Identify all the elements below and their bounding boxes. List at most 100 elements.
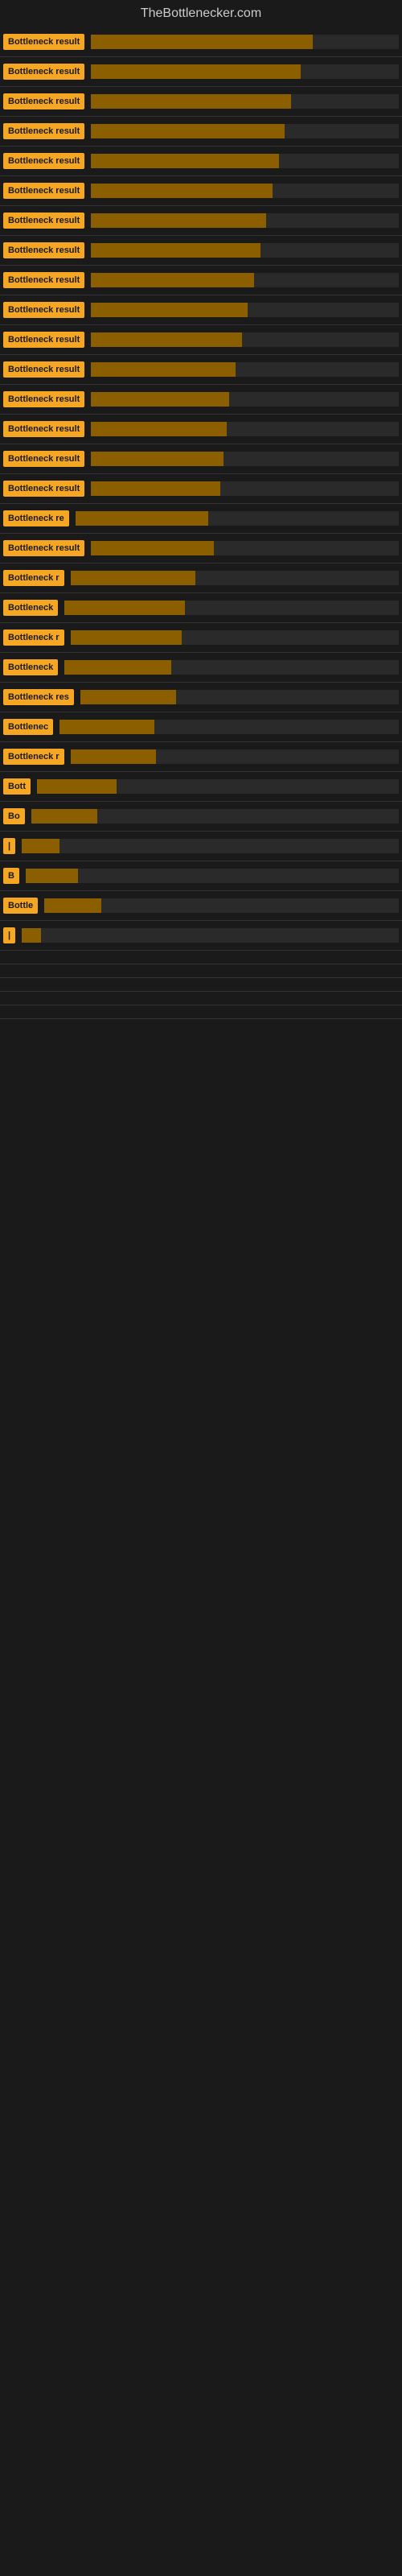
bottleneck-item <box>0 964 402 978</box>
bottleneck-badge[interactable]: Bottleneck re <box>3 510 69 526</box>
bar-container <box>91 213 399 228</box>
bottleneck-item: Bottleneck result <box>0 385 402 415</box>
bar-container <box>91 481 399 496</box>
bottleneck-item: Bottleneck <box>0 593 402 623</box>
bottleneck-badge[interactable]: Bottleneck result <box>3 242 84 258</box>
bottleneck-badge[interactable]: Bottleneck result <box>3 213 84 229</box>
progress-bar <box>91 124 285 138</box>
bottleneck-item: Bottleneck result <box>0 415 402 444</box>
bottleneck-item: Bottleneck result <box>0 444 402 474</box>
bottleneck-badge[interactable]: Bottleneck r <box>3 630 64 646</box>
bar-container <box>91 35 399 49</box>
bar-container <box>64 660 399 675</box>
progress-bar <box>91 94 291 109</box>
bottleneck-badge[interactable]: Bottleneck r <box>3 749 64 765</box>
progress-bar <box>76 511 208 526</box>
bottleneck-item: | <box>0 921 402 951</box>
bar-container <box>91 452 399 466</box>
progress-bar <box>22 839 59 853</box>
progress-bar <box>91 332 242 347</box>
bar-container <box>59 720 399 734</box>
bottleneck-badge[interactable]: Bottleneck result <box>3 272 84 288</box>
bar-container <box>91 332 399 347</box>
bottleneck-badge[interactable]: | <box>3 838 15 854</box>
bottleneck-badge[interactable]: Bottle <box>3 898 38 914</box>
bottleneck-item: Bottleneck result <box>0 57 402 87</box>
bottleneck-badge[interactable]: Bottleneck <box>3 659 58 675</box>
bottleneck-item: Bottleneck result <box>0 295 402 325</box>
bar-container <box>91 124 399 138</box>
bottleneck-item: Bottleneck result <box>0 87 402 117</box>
bottleneck-badge[interactable]: Bottleneck result <box>3 93 84 109</box>
bottleneck-badge[interactable]: Bottleneck <box>3 600 58 616</box>
bottleneck-badge[interactable]: Bottleneck result <box>3 451 84 467</box>
bottleneck-item: B <box>0 861 402 891</box>
bottleneck-badge[interactable]: | <box>3 927 15 943</box>
bar-container <box>44 898 399 913</box>
bottleneck-badge[interactable]: Bott <box>3 778 31 795</box>
progress-bar <box>91 452 224 466</box>
bottleneck-badge[interactable]: Bo <box>3 808 25 824</box>
progress-bar <box>91 392 229 407</box>
progress-bar <box>26 869 78 883</box>
bottleneck-item: Bottleneck result <box>0 27 402 57</box>
progress-bar <box>91 35 313 49</box>
bar-container <box>26 869 399 883</box>
bottleneck-badge[interactable]: Bottleneck result <box>3 361 84 378</box>
progress-bar <box>44 898 101 913</box>
progress-bar <box>64 601 185 615</box>
bottleneck-item: | <box>0 832 402 861</box>
bottleneck-item: Bottleneck r <box>0 564 402 593</box>
bar-container <box>71 749 399 764</box>
bar-container <box>31 809 399 824</box>
progress-bar <box>91 184 273 198</box>
bottleneck-item: Bottleneck result <box>0 355 402 385</box>
progress-bar <box>91 213 266 228</box>
bottleneck-badge[interactable]: Bottleneck result <box>3 183 84 199</box>
bottleneck-badge[interactable]: Bottleneck result <box>3 332 84 348</box>
bottleneck-item: Bott <box>0 772 402 802</box>
bar-container <box>91 303 399 317</box>
bottleneck-badge[interactable]: Bottleneck result <box>3 481 84 497</box>
bottleneck-badge[interactable]: Bottleneck res <box>3 689 74 705</box>
bottleneck-item: Bottleneck result <box>0 206 402 236</box>
bottleneck-badge[interactable]: Bottleneck result <box>3 302 84 318</box>
bottleneck-item: Bottleneck result <box>0 117 402 147</box>
progress-bar <box>71 749 156 764</box>
progress-bar <box>91 303 248 317</box>
bottleneck-item: Bottleneck result <box>0 266 402 295</box>
bottleneck-badge[interactable]: Bottleneck r <box>3 570 64 586</box>
progress-bar <box>91 541 214 555</box>
progress-bar <box>91 481 220 496</box>
bottleneck-badge[interactable]: Bottleneck result <box>3 391 84 407</box>
progress-bar <box>91 273 254 287</box>
bottleneck-badge[interactable]: Bottleneck result <box>3 421 84 437</box>
bar-container <box>64 601 399 615</box>
bottleneck-badge[interactable]: Bottleneck result <box>3 64 84 80</box>
progress-bar <box>31 809 97 824</box>
progress-bar <box>80 690 176 704</box>
bottleneck-badge[interactable]: Bottleneck result <box>3 123 84 139</box>
bottleneck-item: Bottleneck r <box>0 623 402 653</box>
bar-container <box>91 64 399 79</box>
site-title: TheBottlenecker.com <box>0 0 402 27</box>
bottleneck-badge[interactable]: Bottlenec <box>3 719 53 735</box>
progress-bar <box>22 928 40 943</box>
bottleneck-item: Bottleneck res <box>0 683 402 712</box>
bottleneck-badge[interactable]: Bottleneck result <box>3 153 84 169</box>
bottleneck-item: Bottleneck result <box>0 474 402 504</box>
progress-bar <box>91 154 278 168</box>
bottleneck-badge[interactable]: B <box>3 868 19 884</box>
bottleneck-badge[interactable]: Bottleneck result <box>3 34 84 50</box>
bottleneck-item: Bottleneck <box>0 653 402 683</box>
bottleneck-item: Bo <box>0 802 402 832</box>
bottleneck-item: Bottleneck result <box>0 236 402 266</box>
bar-container <box>80 690 399 704</box>
bottleneck-item: Bottleneck result <box>0 147 402 176</box>
progress-bar <box>37 779 117 794</box>
bottleneck-badge[interactable]: Bottleneck result <box>3 540 84 556</box>
bar-container <box>91 362 399 377</box>
bottleneck-item: Bottleneck re <box>0 504 402 534</box>
bottleneck-item: Bottleneck result <box>0 534 402 564</box>
bottleneck-item <box>0 951 402 964</box>
